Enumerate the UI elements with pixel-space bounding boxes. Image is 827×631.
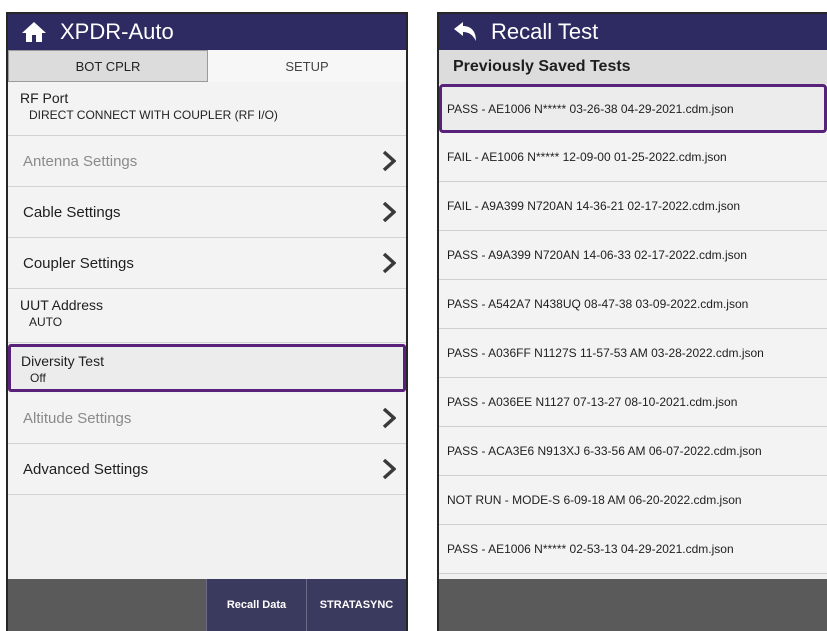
saved-test-item[interactable]: FAIL - AE1006 N***** 12-09-00 01-25-2022…: [439, 133, 827, 182]
chevron-right-icon: [382, 201, 396, 223]
saved-tests-list: PASS - AE1006 N***** 03-26-38 04-29-2021…: [439, 84, 827, 574]
setup-panel: XPDR-Auto BOT CPLR SETUP RF Port DIRECT …: [6, 12, 408, 631]
saved-test-item[interactable]: PASS - AE1006 N***** 02-53-13 04-29-2021…: [439, 525, 827, 574]
chevron-right-icon: [382, 407, 396, 429]
saved-test-item[interactable]: PASS - A036FF N1127S 11-57-53 AM 03-28-2…: [439, 329, 827, 378]
uut-address-value: AUTO: [29, 315, 63, 329]
saved-test-item[interactable]: PASS - A9A399 N720AN 14-06-33 02-17-2022…: [439, 231, 827, 280]
saved-test-item[interactable]: PASS - AE1006 N***** 03-26-38 04-29-2021…: [439, 84, 827, 133]
tab-setup[interactable]: SETUP: [208, 50, 406, 82]
back-icon[interactable]: [451, 19, 479, 45]
advanced-settings-label: Advanced Settings: [23, 460, 149, 478]
cable-settings-row[interactable]: Cable Settings: [8, 187, 406, 238]
saved-test-item[interactable]: PASS - A036EE N1127 07-13-27 08-10-2021.…: [439, 378, 827, 427]
uut-address-row[interactable]: UUT Address AUTO: [8, 289, 406, 343]
chevron-right-icon: [382, 458, 396, 480]
saved-test-item[interactable]: FAIL - A9A399 N720AN 14-36-21 02-17-2022…: [439, 182, 827, 231]
stratasync-button[interactable]: STRATASYNC: [306, 579, 406, 631]
title-bar: Recall Test: [439, 14, 827, 50]
cable-settings-label: Cable Settings: [23, 203, 121, 221]
tab-bot-cplr[interactable]: BOT CPLR: [8, 50, 208, 82]
recall-data-button[interactable]: Recall Data: [206, 579, 306, 631]
home-icon[interactable]: [20, 19, 48, 45]
title-bar: XPDR-Auto: [8, 14, 406, 50]
antenna-settings-label: Antenna Settings: [23, 152, 138, 170]
altitude-settings-row[interactable]: Altitude Settings: [8, 393, 406, 444]
saved-test-item[interactable]: PASS - ACA3E6 N913XJ 6-33-56 AM 06-07-20…: [439, 427, 827, 476]
coupler-settings-row[interactable]: Coupler Settings: [8, 238, 406, 289]
page-title: XPDR-Auto: [60, 19, 174, 44]
chevron-right-icon: [382, 150, 396, 172]
rf-port-label: RF Port: [20, 90, 69, 106]
page-title: Recall Test: [491, 19, 599, 44]
recall-panel: Recall Test Previously Saved Tests PASS …: [437, 12, 827, 631]
bottom-bar: [439, 579, 827, 631]
bottom-bar: Recall Data STRATASYNC: [8, 579, 406, 631]
coupler-settings-label: Coupler Settings: [23, 254, 134, 272]
bottom-bar-spacer: [8, 579, 206, 631]
saved-test-item[interactable]: PASS - A542A7 N438UQ 08-47-38 03-09-2022…: [439, 280, 827, 329]
saved-test-item[interactable]: NOT RUN - MODE-S 6-09-18 AM 06-20-2022.c…: [439, 476, 827, 525]
list-header: Previously Saved Tests: [439, 50, 827, 84]
diversity-test-row[interactable]: Diversity Test Off: [8, 344, 406, 392]
sub-tabs: BOT CPLR SETUP: [8, 50, 406, 82]
rf-port-row[interactable]: RF Port DIRECT CONNECT WITH COUPLER (RF …: [8, 82, 406, 136]
chevron-right-icon: [382, 252, 396, 274]
uut-address-label: UUT Address: [20, 297, 103, 313]
antenna-settings-row[interactable]: Antenna Settings: [8, 136, 406, 187]
diversity-test-value: Off: [30, 371, 46, 385]
altitude-settings-label: Altitude Settings: [23, 409, 132, 427]
diversity-test-label: Diversity Test: [21, 353, 104, 369]
rf-port-value: DIRECT CONNECT WITH COUPLER (RF I/O): [29, 108, 278, 122]
advanced-settings-row[interactable]: Advanced Settings: [8, 444, 406, 495]
